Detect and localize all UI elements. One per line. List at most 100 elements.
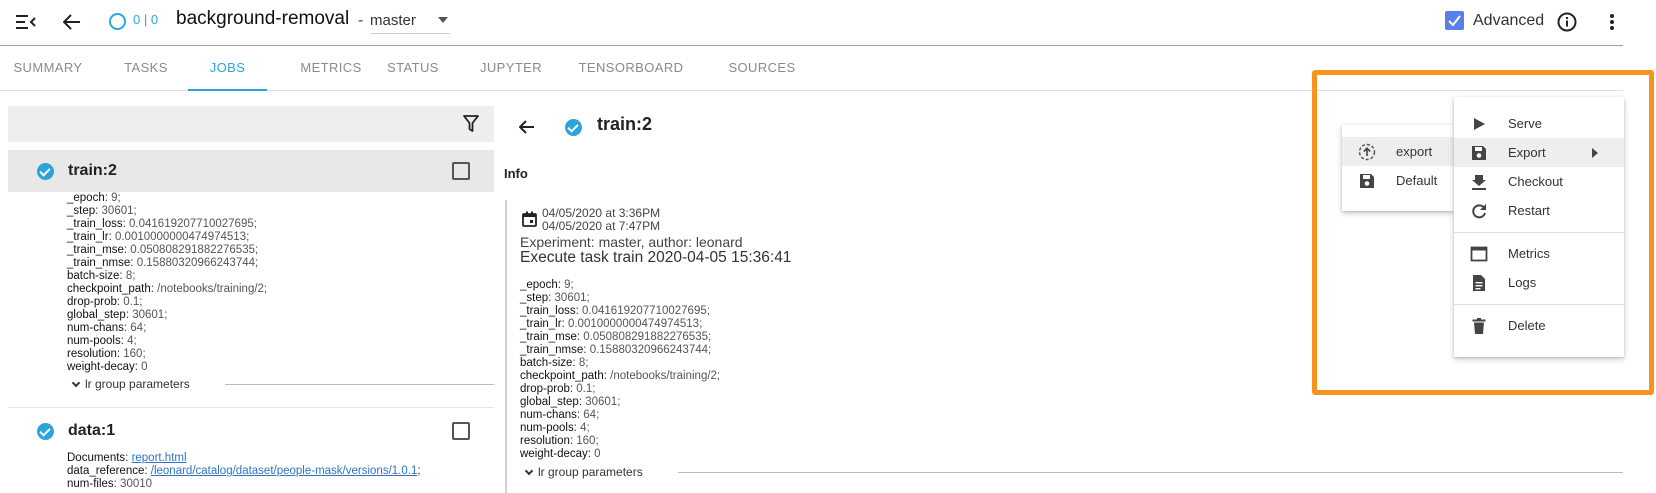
tab-tensorboard[interactable]: TENSORBOARD <box>576 47 686 91</box>
param-row: checkpoint_path: /notebooks/training/2; <box>520 370 721 382</box>
export-submenu: export Default <box>1342 125 1454 211</box>
trash-icon <box>1470 317 1488 335</box>
menu-item-label: Checkout <box>1508 174 1563 189</box>
title-separator: - <box>358 12 364 29</box>
param-row: _train_loss: 0.041619207710027695; <box>67 218 257 230</box>
param-row: weight-decay: 0 <box>520 448 601 460</box>
tab-jupyter[interactable]: JUPYTER <box>470 47 552 91</box>
job-filter-bar <box>8 106 494 142</box>
calendar-icon <box>522 211 537 232</box>
job-params-list: Documents: report.html data_reference: /… <box>67 452 421 491</box>
param-row: num-pools: 4; <box>67 335 137 347</box>
detail-lr-group-toggle[interactable]: lr group parameters <box>523 465 643 479</box>
param-row: drop-prob: 0.1; <box>67 296 143 308</box>
tab-sources[interactable]: SOURCES <box>722 47 802 91</box>
menu-item-delete[interactable]: Delete <box>1454 311 1624 340</box>
branch-select[interactable]: master <box>370 8 450 34</box>
lr-group-toggle[interactable]: lr group parameters <box>70 377 190 391</box>
advanced-checkbox[interactable] <box>1445 11 1464 30</box>
divider <box>8 407 494 408</box>
document-icon <box>1470 274 1488 292</box>
info-left-border <box>505 200 507 493</box>
param-row: _train_nmse: 0.15880320966243744; <box>67 257 259 269</box>
param-row: num-chans: 64; <box>520 409 600 421</box>
menu-item-export[interactable]: Export <box>1454 138 1624 167</box>
param-row: resolution: 160; <box>520 435 599 447</box>
upload-circle-icon <box>1358 143 1376 161</box>
param-row: _train_lr: 0.0010000000474974513; <box>520 318 703 330</box>
report-link[interactable]: report.html <box>132 452 187 464</box>
param-row: _epoch: 9; <box>67 192 121 204</box>
more-vertical-icon[interactable] <box>1604 11 1620 33</box>
tab-status[interactable]: STATUS <box>380 47 446 91</box>
project-title: background-removal <box>176 8 350 29</box>
detail-params-list: _epoch: 9; _step: 30601; _train_loss: 0.… <box>520 279 720 461</box>
job-select-checkbox[interactable] <box>452 162 470 180</box>
job-item-data-1[interactable]: data:1 <box>8 410 494 452</box>
job-context-menu: Serve Export Checkout Restart Metrics Lo… <box>1454 97 1624 357</box>
menu-collapse-icon[interactable] <box>14 10 38 34</box>
menu-item-label: Metrics <box>1508 246 1550 261</box>
submenu-arrow-icon <box>1592 148 1598 158</box>
param-row: _train_mse: 0.050808291882276535; <box>520 331 712 343</box>
job-dates: 04/05/2020 at 3:36PM 04/05/2020 at 7:47P… <box>542 207 660 233</box>
param-row: _train_mse: 0.050808291882276535; <box>67 244 259 256</box>
tab-summary[interactable]: SUMMARY <box>0 47 96 91</box>
back-arrow-icon[interactable] <box>60 10 84 34</box>
menu-item-label: Delete <box>1508 318 1546 333</box>
chevron-down-icon <box>524 466 534 476</box>
param-row: num-files: 30010 <box>67 478 153 490</box>
download-icon <box>1470 173 1488 191</box>
menu-item-logs[interactable]: Logs <box>1454 268 1624 297</box>
data-reference-link[interactable]: /leonard/catalog/dataset/people-mask/ver… <box>151 465 418 477</box>
param-row: global_step: 30601; <box>67 309 168 321</box>
param-row: batch-size: 8; <box>67 270 136 282</box>
param-row: _step: 30601; <box>520 292 590 304</box>
job-name: data:1 <box>68 422 116 439</box>
menu-item-label: Export <box>1508 145 1546 160</box>
save-icon <box>1470 144 1488 162</box>
completed-check-icon <box>37 423 54 440</box>
menu-item-checkout[interactable]: Checkout <box>1454 167 1624 196</box>
tab-jobs[interactable]: JOBS <box>188 47 267 91</box>
submenu-item-default[interactable]: Default <box>1342 166 1454 195</box>
top-app-bar: 0 | 0 background-removal - master Advanc… <box>0 0 1623 46</box>
info-icon[interactable] <box>1556 11 1578 33</box>
job-params-list: _epoch: 9; _step: 30601; _train_loss: 0.… <box>67 192 267 374</box>
param-row: global_step: 30601; <box>520 396 621 408</box>
filter-icon[interactable] <box>461 114 481 134</box>
detail-back-icon[interactable] <box>516 117 538 137</box>
menu-divider <box>1454 232 1624 233</box>
tab-tasks[interactable]: TASKS <box>110 47 182 91</box>
chevron-down-icon <box>71 378 81 388</box>
completed-check-icon <box>37 163 54 180</box>
menu-item-restart[interactable]: Restart <box>1454 196 1624 225</box>
job-select-checkbox[interactable] <box>452 422 470 440</box>
submenu-item-label: Default <box>1396 173 1438 188</box>
lr-group-label: lr group parameters <box>85 377 190 391</box>
detail-title: train:2 <box>597 114 653 134</box>
menu-item-metrics[interactable]: Metrics <box>1454 239 1624 268</box>
param-row: batch-size: 8; <box>520 357 589 369</box>
param-row: data_reference: /leonard/catalog/dataset… <box>67 465 421 477</box>
tab-metrics[interactable]: METRICS <box>282 47 380 91</box>
job-item-train-2[interactable]: train:2 <box>8 150 494 192</box>
param-row: weight-decay: 0 <box>67 361 148 373</box>
completed-check-icon <box>565 119 582 136</box>
param-row: resolution: 160; <box>67 348 146 360</box>
lr-group-label: lr group parameters <box>538 465 643 479</box>
save-icon <box>1358 172 1376 190</box>
job-name: train:2 <box>68 162 117 179</box>
param-row: _train_loss: 0.041619207710027695; <box>520 305 710 317</box>
param-row: _train_lr: 0.0010000000474974513; <box>67 231 250 243</box>
param-row: checkpoint_path: /notebooks/training/2; <box>67 283 268 295</box>
menu-divider <box>1454 304 1624 305</box>
submenu-item-export[interactable]: export <box>1342 137 1454 166</box>
divider <box>225 384 494 385</box>
branch-select-value: master <box>370 12 416 29</box>
menu-item-label: Serve <box>1508 116 1542 131</box>
menu-item-label: Logs <box>1508 275 1537 290</box>
experiment-line: Experiment: master, author: leonard <box>520 234 743 250</box>
status-count: 0 | 0 <box>133 12 159 27</box>
menu-item-serve[interactable]: Serve <box>1454 109 1624 138</box>
